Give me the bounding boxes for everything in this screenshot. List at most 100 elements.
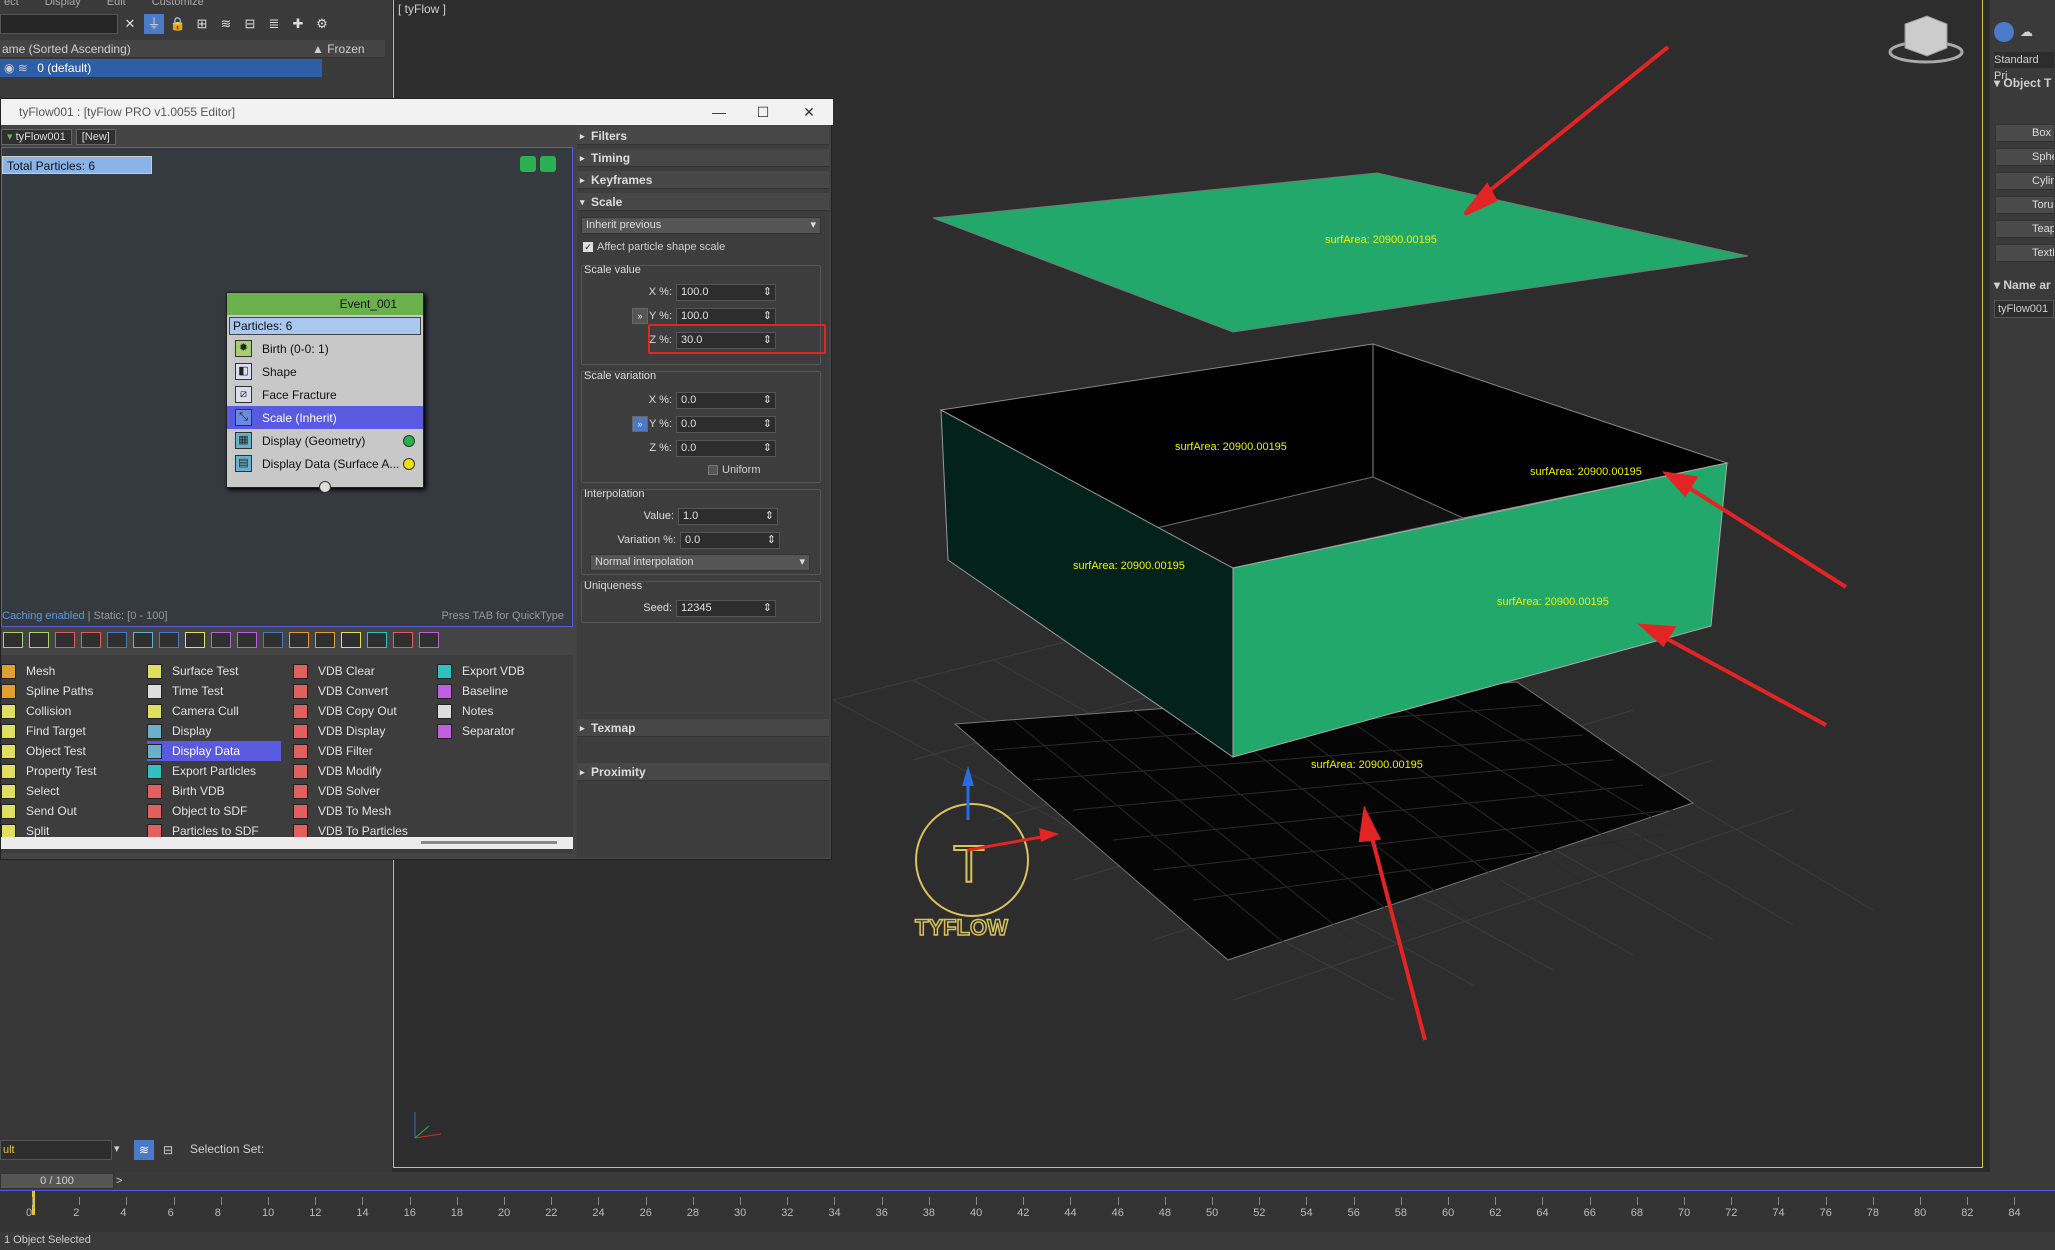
refresh-green-icon[interactable] <box>540 156 556 172</box>
rollout-keyframes[interactable]: Keyframes <box>577 171 829 189</box>
var-z-spinner[interactable]: 0.0 ⇕ <box>676 440 776 457</box>
palette-item[interactable]: Mesh <box>1 661 141 681</box>
uniform-checkbox-row[interactable]: Uniform <box>708 464 761 476</box>
rollout-timing[interactable]: Timing <box>577 149 829 167</box>
spinner-arrows-icon[interactable]: ⇕ <box>763 309 775 324</box>
palette-item[interactable]: Baseline <box>437 681 567 701</box>
layers-icon[interactable]: ≋ <box>216 14 236 34</box>
interp-mode-dropdown[interactable]: Normal interpolation ▾ <box>590 554 810 571</box>
scale-mode-dropdown[interactable]: Inherit previous ▾ <box>581 217 821 234</box>
textplus-button[interactable]: TextP <box>1995 244 2055 262</box>
column-frozen[interactable]: ▲ Frozen <box>312 40 365 58</box>
spinner-arrows-icon[interactable]: ⇕ <box>763 417 775 432</box>
palette-item[interactable]: VDB Modify <box>293 761 433 781</box>
scene-search-input[interactable] <box>0 14 118 34</box>
layer-field[interactable]: ult <box>0 1140 112 1160</box>
operator-birth[interactable]: ✹ Birth (0-0: 1) <box>227 337 423 360</box>
object-type-section[interactable]: ▾ Object T <box>1994 76 2051 90</box>
category-cloth-icon[interactable] <box>237 632 257 648</box>
operator-face-fracture[interactable]: ⧄ Face Fracture <box>227 383 423 406</box>
palette-item[interactable]: VDB To Mesh <box>293 801 433 821</box>
menu-customize[interactable]: Customize <box>152 0 204 8</box>
affect-shape-checkbox[interactable]: ✓ <box>583 242 593 252</box>
category-birth-icon[interactable] <box>3 632 23 648</box>
minimize-button[interactable]: — <box>697 99 741 125</box>
palette-item[interactable]: Select <box>1 781 141 801</box>
palette-item[interactable]: Separator <box>437 721 567 741</box>
layer-manager-icon[interactable]: ≋ <box>134 1140 154 1160</box>
palette-item[interactable]: Object Test <box>1 741 141 761</box>
interp-variation-spinner[interactable]: 0.0 ⇕ <box>680 532 780 549</box>
settings-icon[interactable]: ⚙ <box>312 14 332 34</box>
new-layer-icon[interactable]: ✚ <box>288 14 308 34</box>
scale-z-spinner[interactable]: 30.0 ⇕ <box>676 332 776 349</box>
palette-item[interactable]: Collision <box>1 701 141 721</box>
menu-display[interactable]: Display <box>45 0 81 8</box>
visibility-eye-icon[interactable]: ◉ ≋ <box>0 61 28 75</box>
category-delete-icon[interactable] <box>55 632 75 648</box>
category-pin-icon[interactable] <box>159 632 179 648</box>
palette-item-selected[interactable]: Display Data <box>147 741 281 761</box>
scrollbar-thumb[interactable] <box>421 841 557 844</box>
palette-item[interactable]: VDB Convert <box>293 681 433 701</box>
time-slider-thumb[interactable]: 0 / 100 <box>0 1173 114 1189</box>
event-node[interactable]: Event_001 Particles: 6 ✹ Birth (0-0: 1) ◧… <box>226 292 424 493</box>
stack-icon[interactable]: ≣ <box>264 14 284 34</box>
play-green-icon[interactable] <box>520 156 536 172</box>
lock-icon[interactable]: 🔒 <box>168 14 188 34</box>
sort-icon[interactable]: ⊟ <box>240 14 260 34</box>
spinner-arrows-icon[interactable]: ⇕ <box>763 393 775 408</box>
shapes-icon[interactable]: ☁ <box>2020 24 2033 40</box>
scale-y-spinner[interactable]: 100.0 ⇕ <box>676 308 776 325</box>
category-kill-icon[interactable] <box>81 632 101 648</box>
palette-item[interactable]: VDB Clear <box>293 661 433 681</box>
spinner-arrows-icon[interactable]: ⇕ <box>767 533 779 548</box>
palette-item[interactable]: Export VDB <box>437 661 567 681</box>
operator-scale[interactable]: ⤡ Scale (Inherit) <box>227 406 423 429</box>
column-name[interactable]: ame (Sorted Ascending) <box>2 42 131 56</box>
palette-item[interactable]: VDB Copy Out <box>293 701 433 721</box>
menu-edit[interactable]: Edit <box>107 0 126 8</box>
event-node-header[interactable]: Event_001 <box>227 293 423 315</box>
close-button[interactable]: ✕ <box>787 99 831 125</box>
category-spline-icon[interactable] <box>289 632 309 648</box>
object-name-field[interactable]: tyFlow001 <box>1994 300 2054 318</box>
rollout-scale[interactable]: Scale <box>577 193 829 211</box>
category-export-icon[interactable] <box>367 632 387 648</box>
category-test-icon[interactable] <box>185 632 205 648</box>
category-force-icon[interactable] <box>107 632 127 648</box>
palette-item[interactable]: Notes <box>437 701 567 721</box>
category-event-icon[interactable] <box>29 632 49 648</box>
palette-item[interactable]: VDB Display <box>293 721 433 741</box>
palette-item[interactable]: Birth VDB <box>147 781 281 801</box>
sphere-button[interactable]: Sphe <box>1995 148 2055 166</box>
named-selection-icon[interactable]: ⊟ <box>158 1140 178 1160</box>
operator-display-geometry[interactable]: ▦ Display (Geometry) <box>227 429 423 452</box>
uniform-checkbox[interactable] <box>708 465 718 475</box>
hierarchy-icon[interactable]: ⊞ <box>192 14 212 34</box>
spinner-arrows-icon[interactable]: ⇕ <box>763 285 775 300</box>
box-button[interactable]: Box <box>1995 124 2055 142</box>
operator-shape[interactable]: ◧ Shape <box>227 360 423 383</box>
var-y-spinner[interactable]: 0.0 ⇕ <box>676 416 776 433</box>
palette-item[interactable]: Property Test <box>1 761 141 781</box>
category-display-icon[interactable] <box>133 632 153 648</box>
filter-icon[interactable]: ⏚ <box>144 14 164 34</box>
view-cube-icon[interactable] <box>1888 15 1964 64</box>
category-physx-icon[interactable] <box>263 632 283 648</box>
category-notes-icon[interactable] <box>419 632 439 648</box>
palette-item[interactable]: Spline Paths <box>1 681 141 701</box>
palette-item[interactable]: Time Test <box>147 681 281 701</box>
clear-search-icon[interactable]: ✕ <box>120 14 140 34</box>
maximize-button[interactable]: ☐ <box>741 99 785 125</box>
palette-item[interactable]: Surface Test <box>147 661 281 681</box>
palette-item[interactable]: Display <box>147 721 281 741</box>
palette-item[interactable]: VDB Solver <box>293 781 433 801</box>
cylinder-button[interactable]: Cylind <box>1995 172 2055 190</box>
track-bar[interactable]: 0 2 4 6 8 10 12 14 16 18 20 22 24 26 28 30 32 34 36 38 40 42 4… <box>0 1190 2055 1232</box>
interp-value-spinner[interactable]: 1.0 ⇕ <box>678 508 778 525</box>
operator-display-data[interactable]: ▤ Display Data (Surface A... <box>227 452 423 475</box>
palette-item[interactable]: Export Particles <box>147 761 281 781</box>
spinner-arrows-icon[interactable]: ⇕ <box>763 601 775 616</box>
layer-dropdown-arrow-icon[interactable]: ▾ <box>114 1142 120 1155</box>
